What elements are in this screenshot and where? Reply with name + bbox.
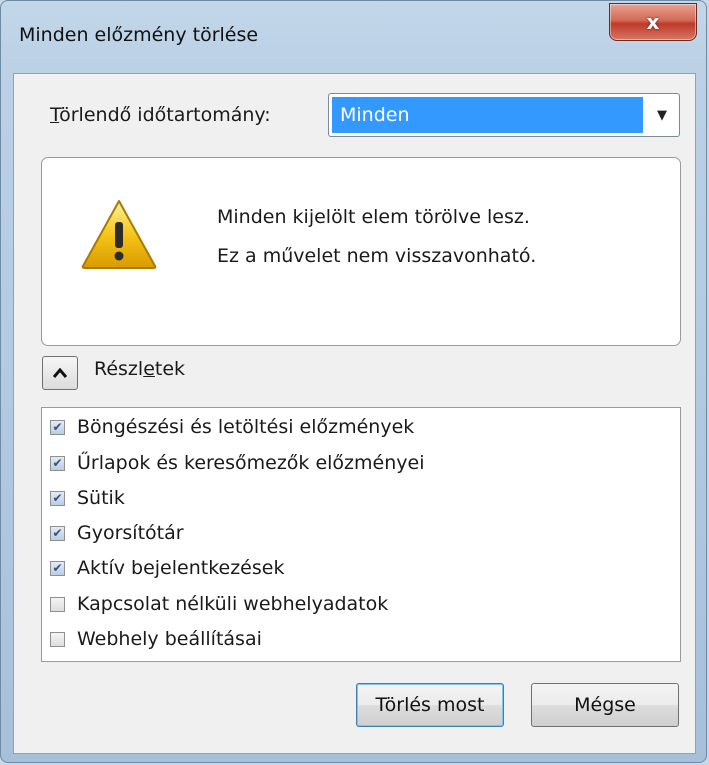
warning-text-line-2: Ez a művelet nem visszavonható. bbox=[217, 245, 537, 267]
checkbox-cache[interactable]: ✔ bbox=[50, 525, 65, 541]
list-item-label: Sütik bbox=[77, 487, 125, 509]
checkbox-offline-data[interactable] bbox=[50, 596, 65, 612]
list-item-cookies[interactable]: ✔ Sütik bbox=[50, 484, 125, 512]
clear-items-list: ✔ Böngészési és letöltési előzmények ✔ Ű… bbox=[41, 407, 681, 662]
warning-text-line-1: Minden kijelölt elem törölve lesz. bbox=[217, 206, 530, 228]
checkbox-browsing-history[interactable]: ✔ bbox=[50, 419, 65, 435]
warning-box: Minden kijelölt elem törölve lesz. Ez a … bbox=[41, 157, 681, 346]
details-label[interactable]: Részletek bbox=[94, 358, 185, 380]
list-item-active-logins[interactable]: ✔ Aktív bejelentkezések bbox=[50, 554, 284, 582]
list-item-form-history[interactable]: ✔ Űrlapok és keresőmezők előzményei bbox=[50, 449, 424, 477]
details-label-accel: e bbox=[143, 358, 155, 380]
checkbox-form-history[interactable]: ✔ bbox=[50, 455, 65, 471]
list-item-label: Gyorsítótár bbox=[77, 522, 184, 544]
dialog-window: Minden előzmény törlése x Törlendő időta… bbox=[0, 0, 707, 763]
details-toggle-button[interactable] bbox=[42, 356, 78, 390]
close-button[interactable]: x bbox=[609, 3, 697, 41]
time-range-label: Törlendő időtartomány: bbox=[50, 104, 271, 126]
list-item-label: Webhely beállításai bbox=[77, 628, 262, 650]
close-icon: x bbox=[646, 10, 660, 34]
list-item-site-settings[interactable]: Webhely beállításai bbox=[50, 625, 262, 653]
time-range-label-accel: T bbox=[50, 104, 60, 126]
checkbox-active-logins[interactable]: ✔ bbox=[50, 560, 65, 576]
checkbox-cookies[interactable]: ✔ bbox=[50, 490, 65, 506]
list-item-cache[interactable]: ✔ Gyorsítótár bbox=[50, 519, 184, 547]
window-title: Minden előzmény törlése bbox=[19, 24, 259, 46]
time-range-label-rest: örlendő időtartomány: bbox=[59, 104, 271, 126]
time-range-select[interactable]: Minden ▼ bbox=[328, 93, 680, 137]
clear-now-button[interactable]: Törlés most bbox=[356, 683, 504, 727]
cancel-button[interactable]: Mégse bbox=[531, 683, 679, 727]
checkbox-site-settings[interactable] bbox=[50, 631, 65, 647]
list-item-offline-data[interactable]: Kapcsolat nélküli webhelyadatok bbox=[50, 590, 388, 618]
warning-icon bbox=[81, 200, 157, 269]
list-item-label: Böngészési és letöltési előzmények bbox=[77, 416, 415, 438]
chevron-up-icon bbox=[53, 368, 67, 378]
list-item-browsing-history[interactable]: ✔ Böngészési és letöltési előzmények bbox=[50, 413, 414, 441]
list-item-label: Kapcsolat nélküli webhelyadatok bbox=[77, 593, 389, 615]
chevron-down-icon[interactable]: ▼ bbox=[645, 94, 679, 136]
list-item-label: Aktív bejelentkezések bbox=[77, 557, 285, 579]
details-label-after: tek bbox=[154, 358, 186, 380]
details-label-before: Részl bbox=[94, 358, 144, 380]
list-item-label: Űrlapok és keresőmezők előzményei bbox=[77, 452, 425, 474]
dialog-client-area: Törlendő időtartomány: Minden ▼ Minden k… bbox=[13, 73, 696, 754]
title-bar[interactable]: Minden előzmény törlése x bbox=[1, 1, 706, 73]
time-range-selected-value: Minden bbox=[332, 97, 643, 133]
